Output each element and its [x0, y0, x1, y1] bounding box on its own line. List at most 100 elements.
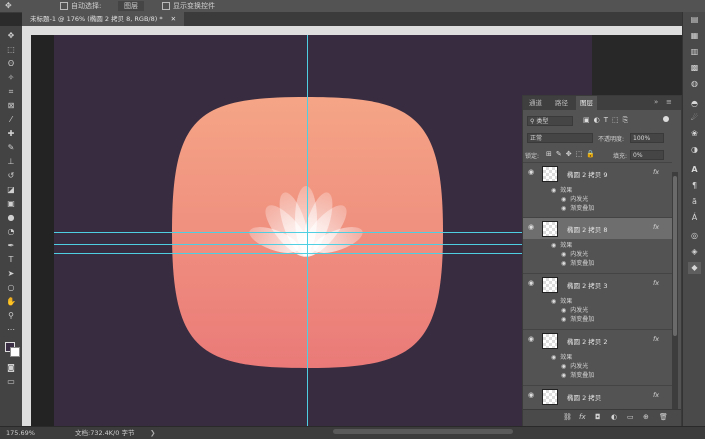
layers-icon[interactable]: ◆: [688, 262, 701, 274]
effect-eye-icon[interactable]: ◉: [551, 298, 556, 305]
delete-layer-icon[interactable]: 🗑: [659, 413, 668, 421]
adjustments-icon[interactable]: ◓: [688, 98, 701, 110]
effects-row[interactable]: ◉ 效果: [551, 185, 572, 194]
zoom-icon[interactable]: ⚲: [5, 310, 17, 321]
effect-eye-icon[interactable]: ◉: [561, 196, 566, 203]
effect-eye-icon[interactable]: ◉: [561, 363, 566, 370]
marquee-icon[interactable]: ⬚: [5, 44, 17, 55]
add-style-icon[interactable]: fx: [579, 413, 586, 421]
fx-icon[interactable]: fx: [653, 335, 659, 343]
filter-kind-dropdown[interactable]: ⚲ 类型: [527, 116, 573, 126]
crop-icon[interactable]: ⌗: [5, 86, 17, 97]
brush-settings-icon[interactable]: ◍: [688, 78, 701, 90]
stamp-icon[interactable]: ⊥: [5, 156, 17, 167]
horizontal-scrollbar[interactable]: [333, 429, 513, 434]
swatches-icon[interactable]: ▩: [688, 62, 701, 74]
color-icon[interactable]: ▥: [688, 46, 701, 58]
dodge-icon[interactable]: ◔: [5, 226, 17, 237]
auto-select-dropdown[interactable]: 图层: [118, 1, 144, 11]
panel-menu-icon[interactable]: ≡: [666, 98, 672, 106]
link-layers-icon[interactable]: ⛓: [563, 413, 572, 421]
tab-paths[interactable]: 路径: [551, 96, 572, 110]
visibility-eye-icon[interactable]: ◉: [528, 391, 536, 399]
move-icon[interactable]: ✥: [5, 30, 17, 41]
effect-eye-icon[interactable]: ◉: [561, 205, 566, 212]
status-menu-arrow-icon[interactable]: ❯: [150, 427, 155, 439]
character-icon[interactable]: A: [688, 164, 701, 176]
effect-eye-icon[interactable]: ◉: [551, 354, 556, 361]
effect-row[interactable]: ◉ 渐变叠加: [561, 258, 594, 267]
background-color-swatch[interactable]: [10, 347, 20, 357]
document-tab[interactable]: 未标题-1 @ 176% (椭圆 2 拷贝 8, RGB/8) * ✕: [22, 12, 185, 26]
auto-select-checkbox[interactable]: [60, 2, 68, 10]
tab-channels[interactable]: 通道: [525, 96, 546, 110]
layer-row[interactable]: ◉ 椭圆 2 拷贝 fx: [523, 385, 672, 407]
effect-eye-icon[interactable]: ◉: [561, 307, 566, 314]
visibility-eye-icon[interactable]: ◉: [528, 335, 536, 343]
visibility-eye-icon[interactable]: ◉: [528, 168, 536, 176]
add-mask-icon[interactable]: ◘: [595, 413, 601, 421]
effect-eye-icon[interactable]: ◉: [561, 260, 566, 267]
effect-eye-icon[interactable]: ◉: [551, 242, 556, 249]
effect-row[interactable]: ◉ 内发光: [561, 194, 588, 203]
character-styles-icon[interactable]: Á: [688, 212, 701, 224]
paragraph-icon[interactable]: ¶: [688, 180, 701, 192]
effect-row[interactable]: ◉ 内发光: [561, 305, 588, 314]
new-group-icon[interactable]: ▭: [627, 413, 634, 421]
path-select-icon[interactable]: ➤: [5, 268, 17, 279]
libraries-icon[interactable]: ❀: [688, 128, 701, 140]
lasso-icon[interactable]: ʘ: [5, 58, 17, 69]
close-icon[interactable]: ✕: [171, 15, 176, 23]
pen-icon[interactable]: ✒: [5, 240, 17, 251]
layer-row[interactable]: ◉ 椭圆 2 拷贝 2 fx: [523, 329, 672, 351]
glyphs-icon[interactable]: ā: [688, 196, 701, 208]
effects-row[interactable]: ◉ 效果: [551, 352, 572, 361]
history-brush-icon[interactable]: ↺: [5, 170, 17, 181]
fill-field[interactable]: 0%: [630, 150, 664, 160]
effect-row[interactable]: ◉ 渐变叠加: [561, 203, 594, 212]
ellipse-icon[interactable]: ○: [5, 282, 17, 293]
move-tool-icon[interactable]: ✥: [5, 1, 12, 10]
effect-row[interactable]: ◉ 渐变叠加: [561, 314, 594, 323]
effect-row[interactable]: ◉ 渐变叠加: [561, 370, 594, 379]
effect-eye-icon[interactable]: ◉: [561, 251, 566, 258]
magic-wand-icon[interactable]: ✧: [5, 72, 17, 83]
layer-row-selected[interactable]: ◉ 椭圆 2 拷贝 8 fx: [523, 217, 672, 239]
fx-icon[interactable]: fx: [653, 223, 659, 231]
collapse-icon[interactable]: »: [654, 98, 658, 106]
styles-icon[interactable]: ☄: [688, 112, 701, 124]
effect-eye-icon[interactable]: ◉: [561, 372, 566, 379]
document-canvas[interactable]: [54, 35, 592, 426]
frame-icon[interactable]: ⊠: [5, 100, 17, 111]
channels-icon[interactable]: ◈: [688, 246, 701, 258]
effect-eye-icon[interactable]: ◉: [561, 316, 566, 323]
layer-row[interactable]: ◉ 椭圆 2 拷贝 3 fx: [523, 273, 672, 295]
visibility-eye-icon[interactable]: ◉: [528, 279, 536, 287]
opacity-field[interactable]: 100%: [630, 133, 664, 143]
zoom-level[interactable]: 175.69%: [6, 427, 35, 439]
healing-brush-icon[interactable]: ✚: [5, 128, 17, 139]
panel-toggle-icon[interactable]: ▤: [688, 14, 701, 26]
properties-icon[interactable]: ◎: [688, 230, 701, 242]
screen-mode-icon[interactable]: ▭: [5, 376, 17, 387]
gradient-icon[interactable]: ▣: [5, 198, 17, 209]
visibility-eye-icon[interactable]: ◉: [528, 223, 536, 231]
effect-eye-icon[interactable]: ◉: [551, 187, 556, 194]
fx-icon[interactable]: fx: [653, 168, 659, 176]
type-icon[interactable]: T: [5, 254, 17, 265]
blend-mode-dropdown[interactable]: 正常: [527, 133, 593, 143]
brush-icon[interactable]: ✎: [5, 142, 17, 153]
layers-scroll-thumb[interactable]: [673, 176, 677, 336]
lock-icons[interactable]: ⊞✎✥⬚🔒: [546, 150, 599, 158]
adjustment-layer-icon[interactable]: ◐: [611, 413, 617, 421]
blur-icon[interactable]: ●: [5, 212, 17, 223]
layer-row[interactable]: ◉ 椭圆 2 拷贝 9 fx: [523, 162, 672, 184]
history-icon[interactable]: ▦: [688, 30, 701, 42]
filter-icons[interactable]: ▣◐T⬚⎘: [583, 116, 632, 125]
tab-layers[interactable]: 图层: [576, 96, 597, 110]
new-layer-icon[interactable]: ⊕: [643, 413, 649, 421]
navigator-icon[interactable]: ◑: [688, 144, 701, 156]
fx-icon[interactable]: fx: [653, 279, 659, 287]
effects-row[interactable]: ◉ 效果: [551, 296, 572, 305]
show-transform-checkbox[interactable]: [162, 2, 170, 10]
